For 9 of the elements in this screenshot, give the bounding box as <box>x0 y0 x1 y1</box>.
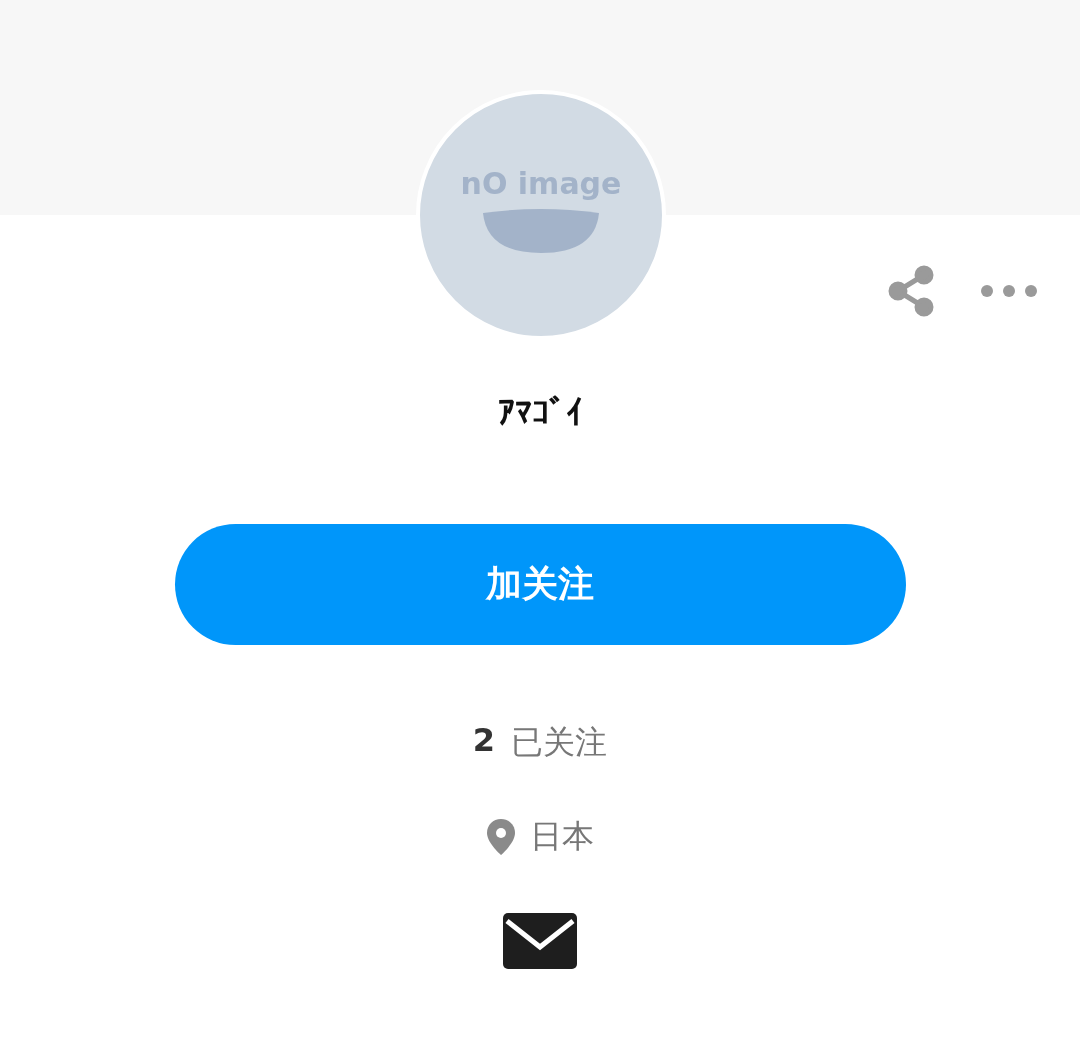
more-icon[interactable] <box>980 284 1038 298</box>
following-label[interactable]: 已关注 <box>511 721 608 765</box>
share-icon[interactable] <box>886 265 936 317</box>
location-text: 日本 <box>530 816 594 857</box>
user-name: ｱﾏｺﾞｲ <box>497 392 583 432</box>
location-pin-icon <box>486 818 516 856</box>
mail-icon[interactable] <box>503 913 577 969</box>
following-count[interactable]: 2 <box>472 721 496 765</box>
follow-button[interactable]: 加关注 <box>174 524 906 645</box>
